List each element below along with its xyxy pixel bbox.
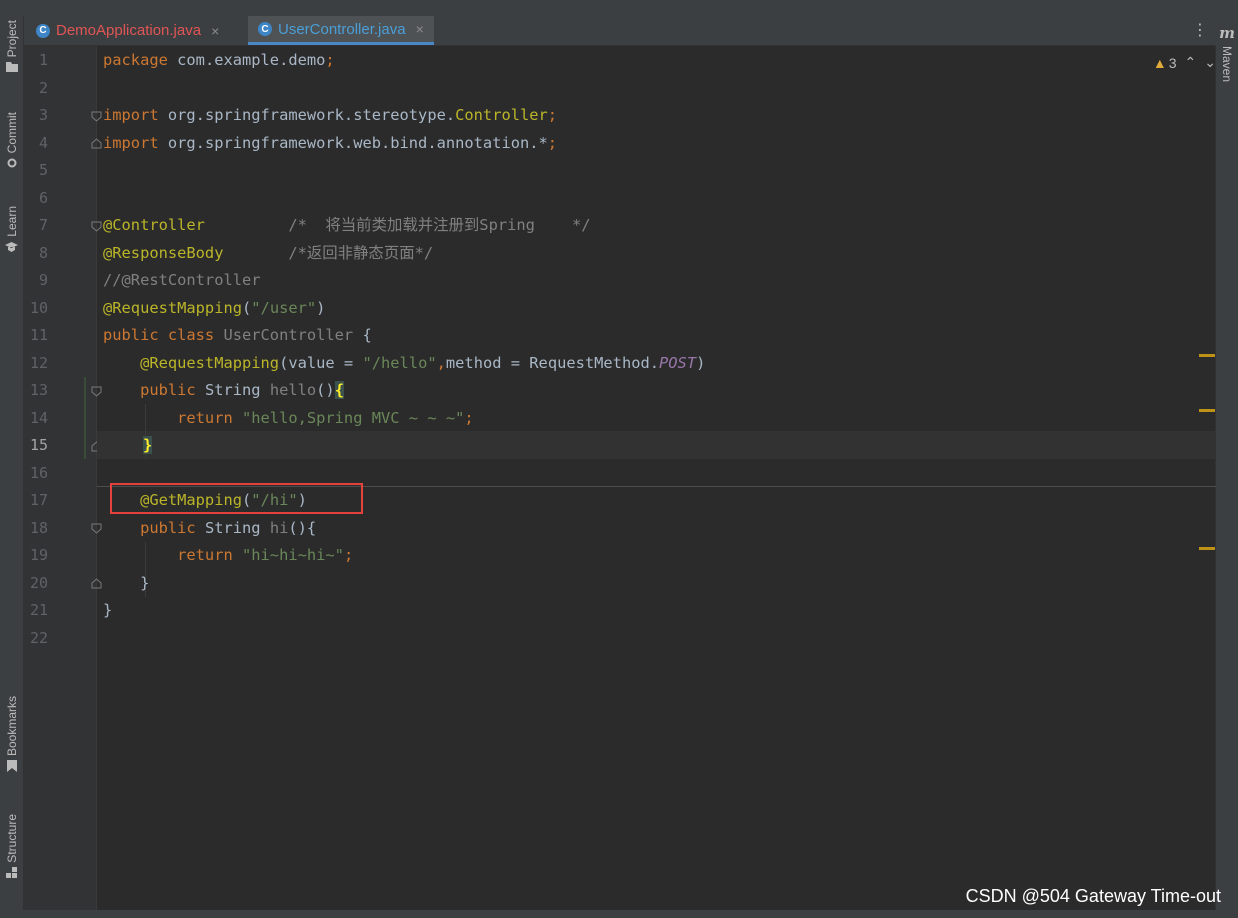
line-number: 7	[38, 216, 48, 234]
highlight-box	[110, 483, 363, 514]
code-line: }	[103, 573, 150, 592]
line-number: 22	[29, 628, 48, 647]
code-line: package com.example.demo;	[103, 51, 335, 69]
bookmark-icon	[6, 760, 17, 773]
line-number: 4	[38, 133, 48, 152]
close-icon[interactable]: ×	[211, 23, 219, 39]
line-number: 20	[29, 573, 48, 592]
line-number-current: 15	[29, 436, 48, 454]
line-number-gutter: 1 2 3 4 5 6 7 8 9 10 11 12 13 14 15 16 1…	[24, 46, 102, 910]
commit-tool-label: Commit	[4, 112, 19, 154]
warning-stripe[interactable]	[1199, 354, 1215, 357]
line-number: 3	[38, 106, 48, 124]
learn-tool-button[interactable]: Learn	[2, 206, 21, 252]
line-number: 17	[29, 491, 48, 509]
line-number: 16	[29, 463, 48, 482]
line-number: 6	[38, 188, 48, 207]
project-tool-button[interactable]: Project	[2, 20, 21, 73]
structure-tool-label: Structure	[4, 814, 19, 863]
tab-demo-application[interactable]: C DemoApplication.java ×	[26, 16, 229, 45]
maven-icon: m	[1219, 24, 1235, 42]
left-tool-strip: Project Commit Learn Bookmarks Structure	[0, 16, 24, 912]
graduation-cap-icon	[5, 241, 18, 252]
right-tool-strip: m Maven	[1215, 16, 1238, 912]
tab-label: UserController.java	[278, 20, 406, 38]
code-line: return "hi~hi~hi~";	[103, 546, 354, 564]
line-number: 5	[38, 161, 48, 179]
line-number: 9	[38, 271, 48, 289]
line-number: 1	[38, 51, 48, 69]
line-number: 12	[29, 353, 48, 372]
line-number: 14	[29, 408, 48, 427]
editor-tab-bar: C DemoApplication.java × C UserControlle…	[24, 16, 1216, 46]
line-number: 18	[29, 518, 48, 537]
line-number: 21	[29, 601, 48, 619]
class-icon: C	[258, 22, 272, 36]
warning-icon: ▲	[1152, 54, 1167, 71]
inspection-widget[interactable]: ▲ 3 ⌃ ⌄	[1153, 54, 1216, 71]
current-line-highlight	[97, 431, 1216, 459]
commit-icon	[7, 158, 16, 168]
changed-lines-marker	[84, 377, 86, 459]
code-line: import org.springframework.web.bind.anno…	[103, 133, 558, 152]
code-line: return "hello,Spring MVC ~ ~ ~";	[103, 408, 474, 427]
bookmarks-tool-button[interactable]: Bookmarks	[2, 696, 21, 773]
code-line: }	[103, 601, 113, 619]
tab-user-controller[interactable]: C UserController.java ×	[248, 16, 434, 45]
warning-stripe[interactable]	[1199, 547, 1215, 550]
line-number: 10	[29, 298, 48, 317]
structure-icon	[5, 866, 17, 878]
tab-label: DemoApplication.java	[56, 22, 202, 39]
status-bar	[0, 910, 1238, 918]
warning-stripe[interactable]	[1199, 409, 1215, 412]
line-number: 8	[38, 243, 48, 262]
code-line: public class UserController {	[103, 326, 372, 344]
code-line: @ResponseBody /*返回非静态页面*/	[103, 243, 434, 262]
code-line: public String hi(){	[103, 518, 317, 537]
line-number: 13	[29, 381, 48, 399]
next-highlight-icon[interactable]: ⌄	[1204, 54, 1216, 71]
structure-tool-button[interactable]: Structure	[2, 814, 21, 879]
warning-count: 3	[1168, 54, 1177, 71]
code-line: import org.springframework.stereotype.Co…	[103, 106, 558, 124]
folder-icon	[5, 62, 18, 73]
code-line: public String hello(){	[103, 381, 344, 399]
learn-tool-label: Learn	[4, 206, 19, 237]
commit-tool-button[interactable]: Commit	[2, 112, 21, 169]
code-line: @RequestMapping(value = "/hello",method …	[103, 353, 706, 372]
code-line: @RequestMapping("/user")	[103, 298, 326, 317]
line-number: 11	[29, 326, 48, 344]
code-line: }	[143, 436, 153, 454]
code-editor[interactable]: package com.example.demo; import org.spr…	[97, 46, 1216, 910]
bookmarks-tool-label: Bookmarks	[4, 696, 19, 757]
previous-highlight-icon[interactable]: ⌃	[1185, 54, 1197, 71]
code-line: @Controller /* 将当前类加载并注册到Spring */	[103, 216, 591, 234]
maven-tool-button[interactable]: m Maven	[1218, 24, 1236, 82]
project-tool-label: Project	[4, 20, 19, 58]
line-number: 19	[29, 546, 48, 564]
close-icon[interactable]: ×	[416, 21, 424, 37]
tab-options-icon[interactable]: ⋮	[1192, 20, 1208, 39]
code-line: //@RestController	[103, 271, 261, 289]
line-number: 2	[38, 78, 48, 97]
class-icon: C	[36, 23, 50, 38]
top-toolbar	[0, 0, 1238, 16]
maven-label: Maven	[1220, 46, 1234, 83]
watermark: CSDN @504 Gateway Time-out	[965, 886, 1221, 906]
